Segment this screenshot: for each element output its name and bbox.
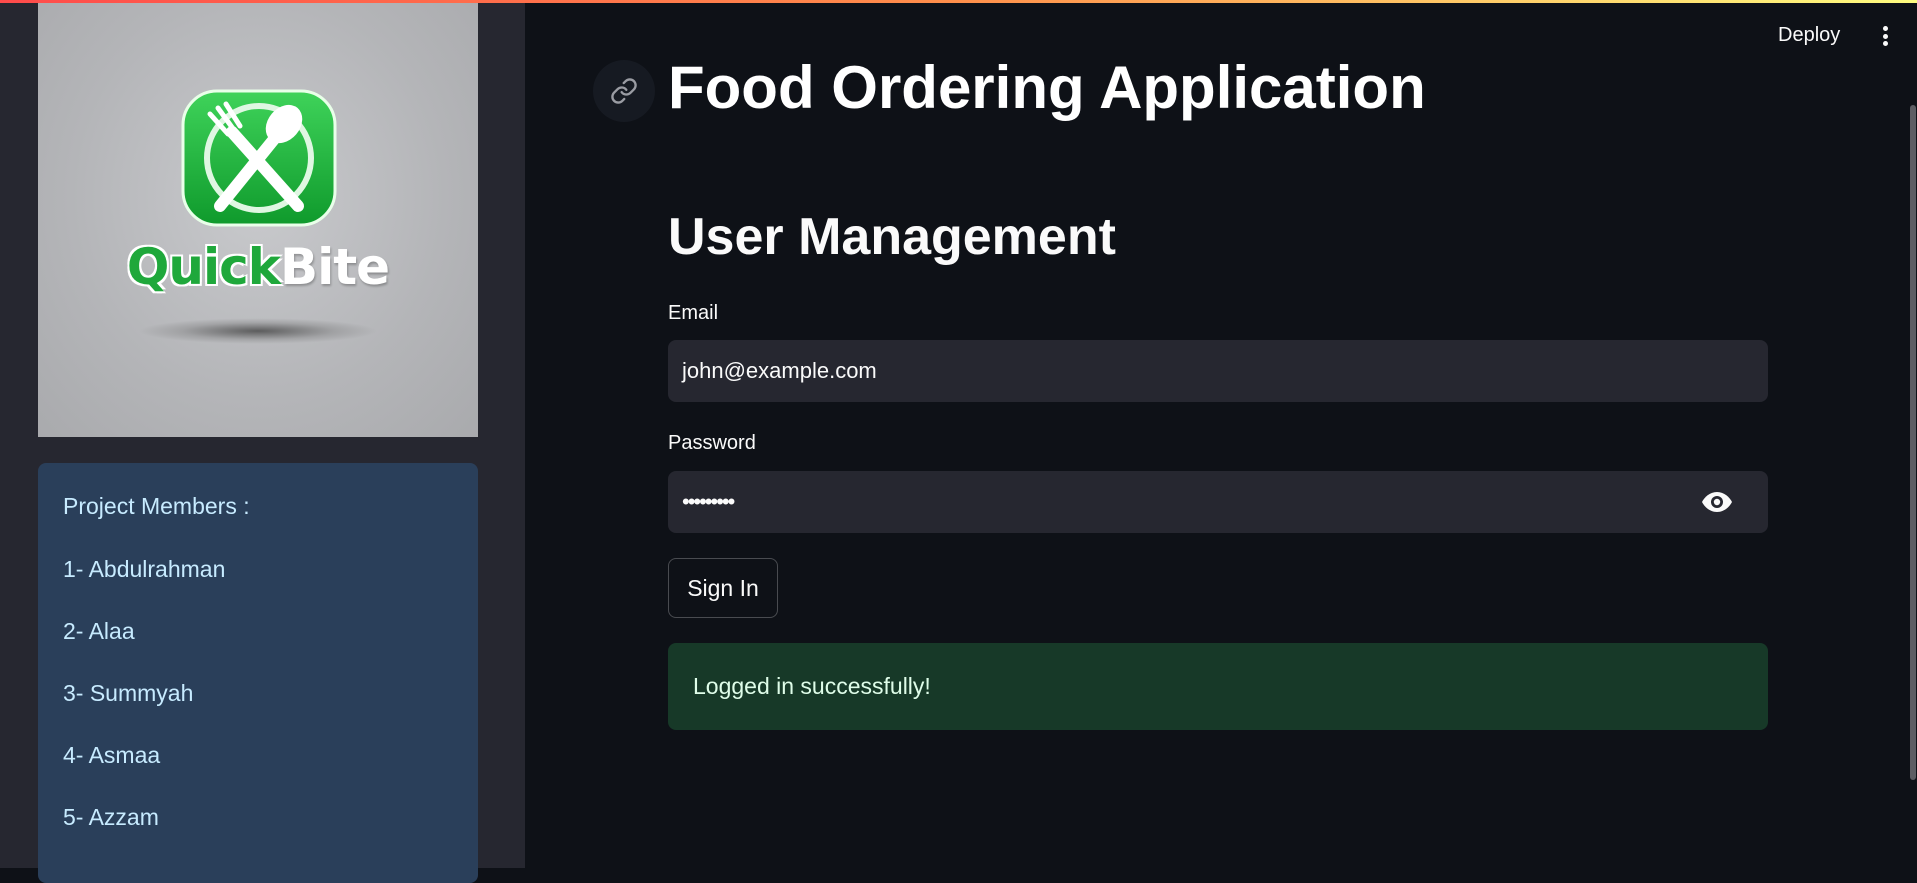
section-title: User Management bbox=[668, 208, 1116, 266]
fork-spoon-icon bbox=[181, 89, 337, 227]
deploy-button[interactable]: Deploy bbox=[1778, 24, 1840, 47]
sign-in-button[interactable]: Sign In bbox=[668, 558, 778, 618]
success-message: Logged in successfully! bbox=[693, 673, 931, 699]
success-alert: Logged in successfully! bbox=[668, 643, 1768, 730]
show-password-toggle[interactable] bbox=[1700, 489, 1734, 515]
logo-shadow bbox=[138, 318, 378, 344]
top-accent-bar bbox=[0, 0, 1917, 3]
more-vertical-icon[interactable] bbox=[1875, 24, 1895, 48]
member-item: 2- Alaa bbox=[63, 618, 135, 644]
member-item: 3- Summyah bbox=[63, 680, 194, 706]
logo-wordmark: QuickBite bbox=[38, 238, 478, 296]
quickbite-logo: QuickBite bbox=[38, 0, 478, 437]
email-value: john@example.com bbox=[682, 358, 877, 383]
password-value: ••••••••• bbox=[682, 489, 735, 514]
members-heading: Project Members : bbox=[63, 493, 250, 519]
member-item: 5- Azzam bbox=[63, 804, 159, 830]
logo-text-quick: Quick bbox=[126, 238, 281, 296]
email-label: Email bbox=[668, 302, 719, 324]
sidebar: QuickBite Project Members : 1- Abdulrahm… bbox=[0, 0, 525, 883]
password-label: Password bbox=[668, 432, 756, 454]
member-item: 1- Abdulrahman bbox=[63, 556, 226, 582]
scrollbar[interactable] bbox=[1910, 105, 1916, 780]
email-field[interactable]: john@example.com bbox=[668, 340, 1768, 402]
password-field[interactable]: ••••••••• bbox=[668, 471, 1768, 533]
logo-text-bite: Bite bbox=[280, 238, 390, 296]
link-icon bbox=[611, 78, 637, 104]
member-item: 4- Asmaa bbox=[63, 742, 161, 768]
page-title: Food Ordering Application bbox=[668, 54, 1426, 121]
heading-anchor-link[interactable] bbox=[593, 60, 655, 122]
project-members-panel: Project Members : 1- Abdulrahman 2- Alaa… bbox=[38, 463, 478, 883]
eye-icon bbox=[1702, 492, 1732, 512]
